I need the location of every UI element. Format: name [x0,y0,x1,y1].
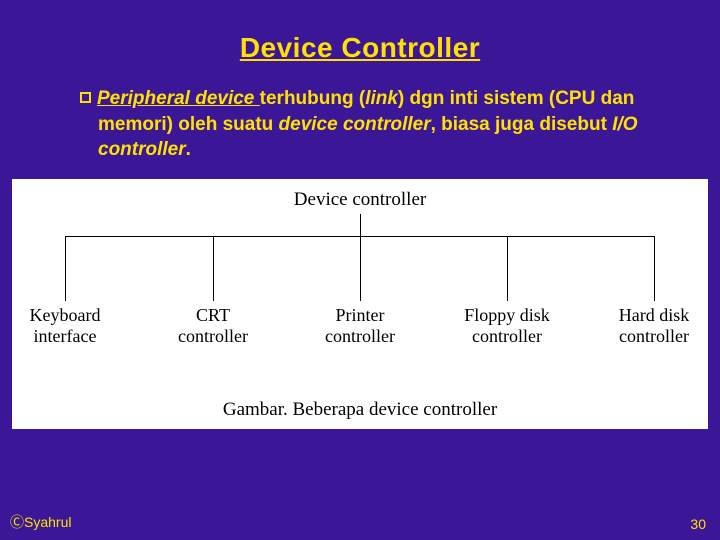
diagram-vline-1 [65,236,66,301]
leaf-line2: controller [619,326,689,346]
leaf-line1: CRT [196,305,230,325]
leaf-line2: controller [325,326,395,346]
leaf-line2: controller [178,326,248,346]
text-link: link [365,88,398,109]
diagram-leaf-crt: CRT controller [148,305,278,346]
text-device-controller: device controller [279,114,431,135]
text-plain-1: terhubung ( [260,88,366,109]
diagram-stem-line [360,214,361,236]
leaf-line2: controller [472,326,542,346]
slide-title: Device Controller [0,0,720,64]
diagram-leaf-keyboard: Keyboard interface [0,305,130,346]
diagram-tree: Device controller Keyboard interface CRT… [12,179,708,389]
diagram-vline-2 [213,236,214,301]
diagram-leaf-printer: Printer controller [295,305,425,346]
leaf-line2: interface [34,326,97,346]
diagram-leaf-floppy: Floppy disk controller [442,305,572,346]
leaf-line1: Floppy disk [464,305,550,325]
diagram-leaf-harddisk: Hard disk controller [589,305,719,346]
slide: Device Controller Peripheral device terh… [0,0,720,540]
footer-author: ⒸSyahrul [10,512,71,532]
diagram-vline-3 [360,236,361,301]
diagram-vline-5 [654,236,655,301]
diagram-root-label: Device controller [294,189,426,211]
text-plain-3: , biasa juga disebut [431,114,613,135]
text-plain-4: . [186,139,191,160]
leaf-line1: Printer [336,305,385,325]
leaf-line1: Keyboard [30,305,101,325]
diagram-vline-4 [507,236,508,301]
bullet-square-icon [80,92,91,103]
diagram: Device controller Keyboard interface CRT… [12,179,708,429]
text-peripheral-device: Peripheral device [97,88,260,109]
leaf-line1: Hard disk [619,305,690,325]
footer-page-number: 30 [690,516,706,532]
diagram-caption: Gambar. Beberapa device controller [12,399,708,421]
bullet-paragraph: Peripheral device terhubung (link) dgn i… [80,86,650,163]
